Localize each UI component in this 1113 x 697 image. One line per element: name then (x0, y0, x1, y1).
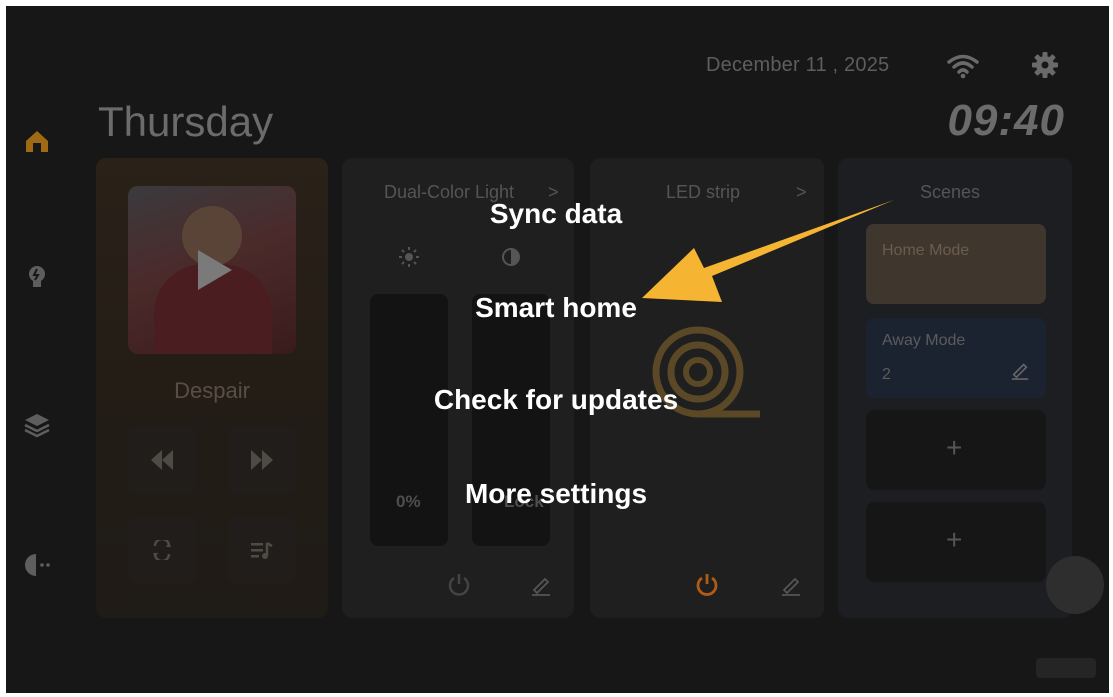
plus-icon: + (946, 432, 963, 463)
playlist-icon (251, 541, 273, 559)
repeat-button[interactable] (128, 516, 196, 584)
scene-home-mode[interactable] (866, 224, 1046, 304)
previous-button[interactable] (128, 426, 196, 494)
clock: 09:40 (947, 96, 1065, 145)
play-icon[interactable] (194, 248, 234, 292)
rewind-icon (151, 450, 173, 470)
scene-away-label: Away Mode (882, 332, 966, 349)
day-title: Thursday (98, 98, 274, 145)
power-icon[interactable] (694, 572, 720, 598)
scene-away-count: 2 (882, 366, 891, 383)
gear-icon[interactable] (1030, 50, 1060, 80)
repeat-icon (153, 540, 171, 560)
plus-icon: + (946, 524, 963, 555)
contrast-icon[interactable] (500, 246, 522, 268)
menu-check-for-updates[interactable]: Check for updates (376, 384, 736, 416)
edit-icon[interactable] (1010, 360, 1030, 380)
next-button[interactable] (228, 426, 296, 494)
edit-icon[interactable] (780, 574, 802, 596)
floating-button[interactable] (1046, 556, 1104, 614)
edit-icon[interactable] (530, 574, 552, 596)
date-label: December 11 , 2025 (706, 54, 890, 76)
playlist-button[interactable] (228, 516, 296, 584)
layers-icon[interactable] (22, 410, 52, 440)
chevron-right-icon[interactable]: > (796, 182, 807, 203)
scene-away-mode[interactable] (866, 318, 1046, 398)
robot-icon[interactable] (22, 550, 52, 580)
bulb-icon[interactable] (22, 262, 52, 292)
scene-home-label: Home Mode (882, 242, 970, 259)
home-icon[interactable] (22, 126, 52, 156)
song-title: Despair (174, 378, 250, 403)
menu-sync-data[interactable]: Sync data (376, 198, 736, 230)
wifi-icon[interactable] (946, 52, 980, 80)
album-cover[interactable] (128, 186, 296, 354)
fast-forward-icon (251, 450, 273, 470)
menu-smart-home[interactable]: Smart home (376, 292, 736, 324)
menu-more-settings[interactable]: More settings (376, 478, 736, 510)
sun-icon[interactable] (398, 246, 420, 268)
bottom-chip (1036, 658, 1096, 678)
scenes-title: Scenes (920, 182, 981, 202)
power-icon[interactable] (446, 572, 472, 598)
app-screen: December 11 , 2025 Thursday 09:40 Despai… (6, 6, 1109, 693)
